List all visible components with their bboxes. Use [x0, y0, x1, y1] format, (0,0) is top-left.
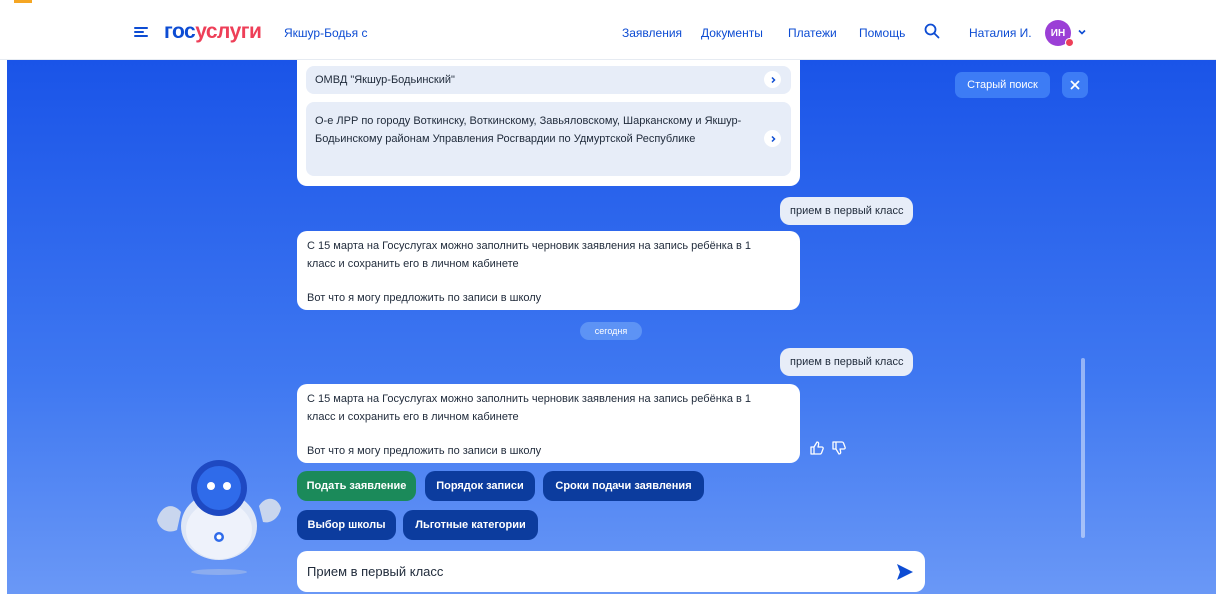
org-item-label: О-е ЛРР по городу Воткинску, Воткинскому… — [315, 115, 742, 145]
close-button[interactable] — [1062, 72, 1088, 98]
nav-applications[interactable]: Заявления — [622, 26, 682, 40]
chip-submission-dates[interactable]: Сроки подачи заявления — [543, 471, 704, 501]
message-input[interactable] — [307, 561, 867, 581]
top-navigation: госуслуги Якшур-Бодья с Заявления Докуме… — [0, 0, 1216, 60]
robot-mascot — [157, 460, 281, 575]
chip-registration-order[interactable]: Порядок записи — [425, 471, 535, 501]
logo-text-part2: услуги — [195, 20, 262, 43]
logo-text-part1: гос — [164, 20, 196, 43]
nav-documents[interactable]: Документы — [701, 26, 763, 40]
bot-message-text: Вот что я могу предложить по записи в шк… — [307, 292, 542, 304]
chevron-right-icon — [764, 130, 781, 147]
chip-privileged-categories[interactable]: Льготные категории — [403, 510, 538, 540]
send-icon[interactable] — [895, 562, 915, 582]
menu-icon[interactable] — [134, 27, 148, 38]
bot-message: С 15 марта на Госуслугах можно заполнить… — [297, 231, 800, 310]
bot-message-text: С 15 марта на Госуслугах можно заполнить… — [307, 240, 752, 270]
tab-accent — [14, 0, 32, 3]
organization-list-card: ОМВД "Якшур-Бодьинский" О-е ЛРР по город… — [297, 60, 800, 186]
bot-message: С 15 марта на Госуслугах можно заполнить… — [297, 384, 800, 463]
chat-panel: ОМВД "Якшур-Бодьинский" О-е ЛРР по город… — [7, 60, 1216, 594]
message-input-box — [297, 551, 925, 592]
chevron-down-icon[interactable] — [1077, 27, 1087, 37]
bot-message-text: С 15 марта на Госуслугах можно заполнить… — [307, 393, 752, 423]
org-item[interactable]: ОМВД "Якшур-Бодьинский" — [306, 66, 791, 94]
notification-dot — [1065, 38, 1074, 47]
scrollbar[interactable] — [1081, 358, 1085, 538]
bot-message-text: Вот что я могу предложить по записи в шк… — [307, 445, 542, 457]
chevron-right-icon — [764, 71, 781, 88]
gosuslugi-logo[interactable]: госуслуги — [164, 20, 262, 44]
org-item-label: ОМВД "Якшур-Бодьинский" — [315, 74, 455, 86]
nav-help[interactable]: Помощь — [859, 26, 905, 40]
date-separator: сегодня — [580, 322, 642, 340]
user-name[interactable]: Наталия И. — [969, 26, 1032, 40]
old-search-button[interactable]: Старый поиск — [955, 72, 1050, 98]
search-icon[interactable] — [924, 23, 940, 39]
user-message: прием в первый класс — [780, 197, 914, 225]
thumbs-up-icon[interactable] — [809, 440, 825, 456]
chip-submit-application[interactable]: Подать заявление — [297, 471, 416, 501]
nav-payments[interactable]: Платежи — [788, 26, 837, 40]
chip-school-choice[interactable]: Выбор школы — [297, 510, 396, 540]
thumbs-down-icon[interactable] — [831, 440, 847, 456]
org-item[interactable]: О-е ЛРР по городу Воткинску, Воткинскому… — [306, 102, 791, 176]
location-link[interactable]: Якшур-Бодья с — [284, 26, 367, 40]
close-icon — [1070, 80, 1080, 90]
user-message: прием в первый класс — [780, 348, 914, 376]
